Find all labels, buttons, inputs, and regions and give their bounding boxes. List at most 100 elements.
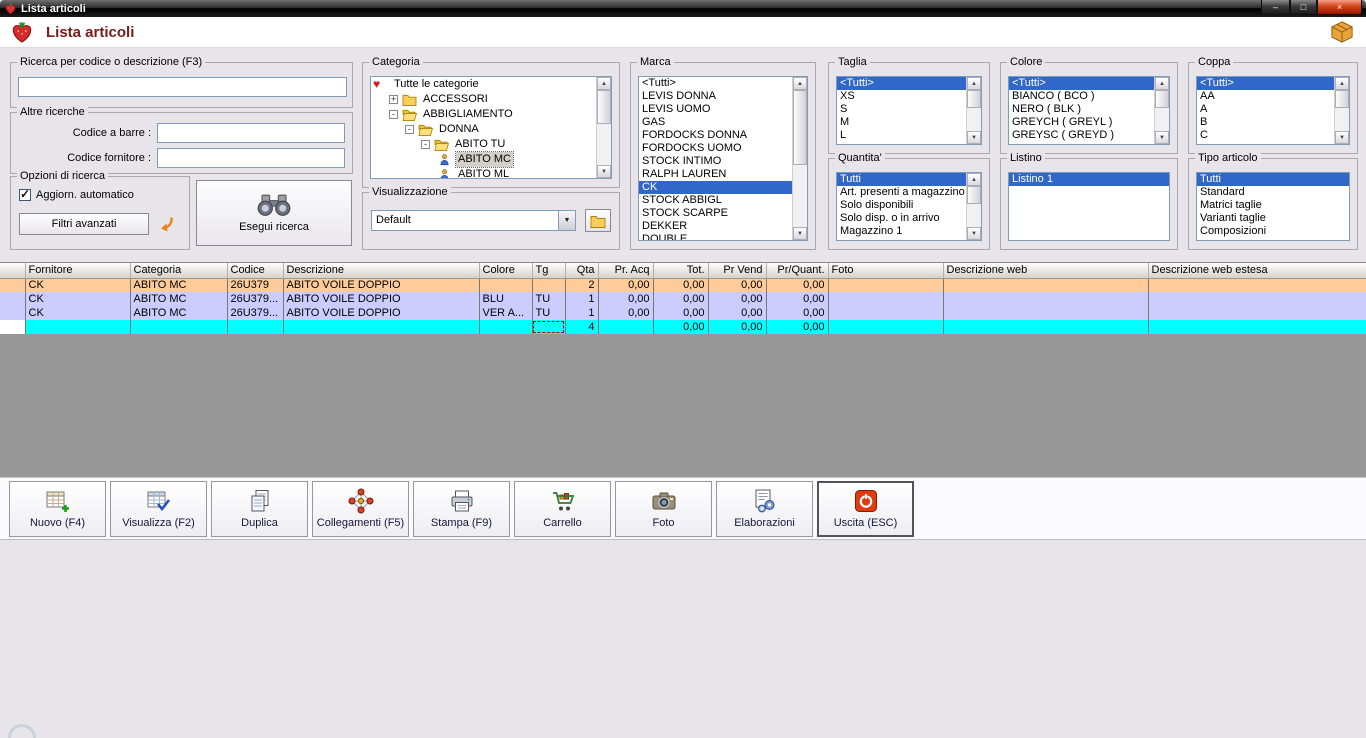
grid-cell[interactable]: 0,00 (766, 278, 829, 292)
grid-cell[interactable]: 0,00 (708, 306, 767, 320)
column-header-descrizione-web-estesa[interactable]: Descrizione web estesa (1148, 263, 1366, 279)
column-header-pr-acq[interactable]: Pr. Acq (598, 263, 654, 279)
close-button[interactable]: × (1317, 0, 1362, 15)
size-scrollbar[interactable] (966, 77, 981, 144)
grid-cell[interactable]: CK (25, 306, 131, 320)
run-search-button[interactable]: Esegui ricerca (196, 180, 352, 246)
column-header-fornitore[interactable]: Fornitore (25, 263, 131, 279)
scroll-down-icon[interactable] (597, 165, 611, 178)
expander-icon[interactable]: - (421, 140, 430, 149)
grid-cell[interactable]: 4 (565, 320, 599, 334)
grid-cell[interactable] (598, 320, 654, 334)
list-item[interactable]: Tutti (837, 173, 966, 186)
grid-cell[interactable] (943, 278, 1149, 292)
grid-cell[interactable] (943, 292, 1149, 306)
list-item[interactable]: STOCK INTIMO (639, 155, 792, 168)
quantity-scrollbar[interactable] (966, 173, 981, 240)
supplier-code-input[interactable] (157, 148, 345, 168)
tree-item[interactable]: - ABBIGLIAMENTO (371, 107, 596, 122)
item-type-listbox[interactable]: Tutti Standard Matrici taglie Varianti tagl… (1196, 172, 1350, 241)
table-row[interactable]: CK ABITO MC 26U379... ABITO VOILE DOPPIO VER… (0, 306, 1366, 320)
grid-cell[interactable]: 26U379 (227, 278, 284, 292)
grid-cell[interactable]: 26U379... (227, 306, 284, 320)
grid-cell[interactable] (532, 278, 566, 292)
grid-cell[interactable] (1148, 292, 1366, 306)
list-item[interactable]: M (837, 116, 966, 129)
grid-cell[interactable] (130, 320, 228, 334)
tree-item[interactable]: - DONNA (371, 122, 596, 137)
grid-cell[interactable] (227, 320, 284, 334)
grid-cell[interactable] (943, 320, 1149, 334)
list-item[interactable]: XS (837, 90, 966, 103)
column-header-pr-quant-[interactable]: Pr/Quant. (766, 263, 829, 279)
grid-cell[interactable]: ABITO MC (130, 306, 228, 320)
grid-cell[interactable]: CK (25, 292, 131, 306)
advanced-filters-arrow-button[interactable] (155, 213, 177, 235)
toolbar-button[interactable]: Elaborazioni (716, 480, 813, 537)
auto-update-checkbox[interactable] (19, 187, 31, 201)
list-item[interactable]: <Tutti> (639, 77, 792, 90)
grid-cell[interactable]: 0,00 (653, 320, 709, 334)
grid-cell[interactable] (828, 278, 944, 292)
tree-item[interactable]: ♥ Tutte le categorie (371, 77, 596, 92)
toolbar-button[interactable]: Duplica (211, 480, 308, 537)
grid-cell[interactable]: 0,00 (598, 292, 654, 306)
category-scrollbar[interactable] (596, 77, 611, 178)
list-item[interactable]: AA (1197, 90, 1334, 103)
column-header-pr-vend[interactable]: Pr Vend (708, 263, 767, 279)
barcode-input[interactable] (157, 123, 345, 143)
scroll-up-icon[interactable] (793, 77, 807, 90)
column-header-descrizione-web[interactable]: Descrizione web (943, 263, 1149, 279)
grid-cell[interactable]: 0,00 (766, 292, 829, 306)
list-item[interactable]: STOCK ABBIGL (639, 194, 792, 207)
grid-cell[interactable]: 0,00 (653, 306, 709, 320)
grid-cell[interactable] (1148, 320, 1366, 334)
grid-cell[interactable]: 0,00 (708, 278, 767, 292)
grid-cell[interactable]: ABITO VOILE DOPPIO (283, 278, 480, 292)
column-header-categoria[interactable]: Categoria (130, 263, 228, 279)
scroll-down-icon[interactable] (793, 227, 807, 240)
scroll-thumb[interactable] (597, 90, 611, 124)
grid-cell[interactable]: VER A... (479, 306, 533, 320)
scroll-up-icon[interactable] (597, 77, 611, 90)
view-select[interactable]: Default (371, 210, 576, 231)
list-item[interactable]: Composizioni (1197, 225, 1349, 238)
list-item[interactable]: GAS (639, 116, 792, 129)
list-item[interactable]: Listino 1 (1009, 173, 1169, 186)
grid-cell[interactable]: 0,00 (766, 306, 829, 320)
color-listbox[interactable]: <Tutti> BIANCO ( BCO ) NERO ( BLK ) GREYCH … (1008, 76, 1170, 145)
minimize-button[interactable]: – (1261, 0, 1290, 15)
grid-cell[interactable] (479, 278, 533, 292)
grid-cell[interactable]: ABITO VOILE DOPPIO (283, 292, 480, 306)
table-row[interactable]: CK ABITO MC 26U379... ABITO VOILE DOPPIO BLU… (0, 292, 1366, 306)
column-header-colore[interactable]: Colore (479, 263, 533, 279)
scroll-up-icon[interactable] (967, 77, 981, 90)
tree-item[interactable]: - ABITO TU (371, 137, 596, 152)
scroll-thumb[interactable] (967, 186, 981, 205)
toolbar-button[interactable]: Carrello (514, 480, 611, 537)
list-item[interactable]: FORDOCKS DONNA (639, 129, 792, 142)
list-item[interactable]: Varianti taglie (1197, 212, 1349, 225)
scroll-up-icon[interactable] (1155, 77, 1169, 90)
grid-cell[interactable]: 26U379... (227, 292, 284, 306)
maximize-button[interactable]: □ (1290, 0, 1317, 15)
toolbar-button[interactable]: Nuovo (F4) (9, 480, 106, 537)
scroll-down-icon[interactable] (967, 227, 981, 240)
search-input[interactable] (18, 77, 347, 97)
list-item[interactable]: Standard (1197, 186, 1349, 199)
toolbar-button[interactable]: Visualizza (F2) (110, 480, 207, 537)
list-item[interactable]: B (1197, 116, 1334, 129)
grid-cell[interactable] (479, 320, 533, 334)
row-selector[interactable] (0, 278, 26, 292)
toolbar-button[interactable]: Uscita (ESC) (817, 480, 914, 537)
list-item[interactable]: FORDOCKS UOMO (639, 142, 792, 155)
list-item[interactable]: A (1197, 103, 1334, 116)
column-header-qta[interactable]: Qta (565, 263, 599, 279)
grid-cell[interactable]: 0,00 (598, 278, 654, 292)
column-header-descrizione[interactable]: Descrizione (283, 263, 480, 279)
list-item[interactable]: LEVIS UOMO (639, 103, 792, 116)
expander-icon[interactable]: - (389, 110, 398, 119)
scroll-down-icon[interactable] (967, 131, 981, 144)
grid-cell[interactable] (828, 292, 944, 306)
row-selector[interactable] (0, 306, 26, 320)
